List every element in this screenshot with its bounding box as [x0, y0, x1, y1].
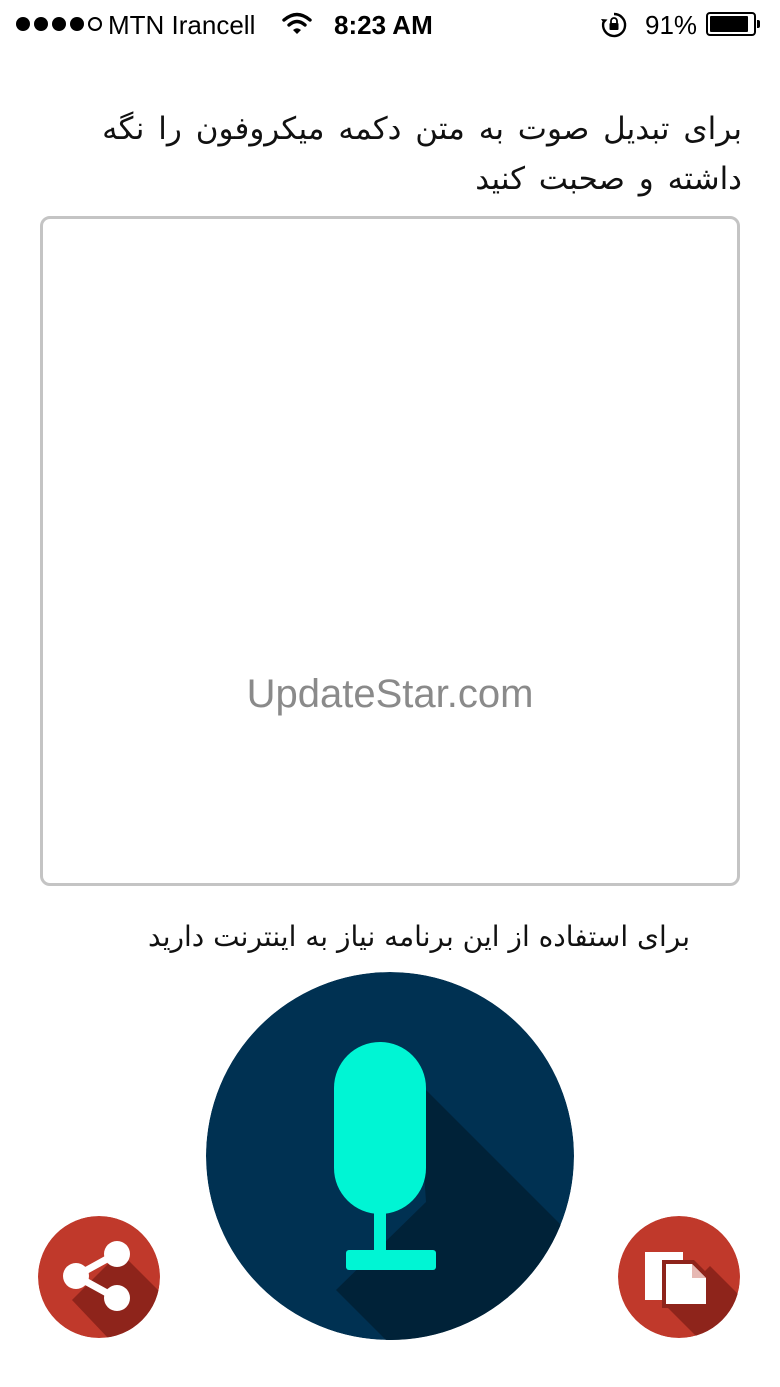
watermark: UpdateStar.com [246, 672, 534, 716]
instruction-text: برای تبدیل صوت به متن دکمه میکروفون را ن… [102, 111, 742, 197]
wifi-icon [282, 12, 312, 36]
share-icon [38, 1216, 160, 1338]
rotation-lock-icon [600, 11, 628, 39]
microphone-button[interactable] [206, 972, 574, 1340]
status-bar: MTN Irancell 8:23 AM 91% [0, 0, 780, 50]
copy-icon [618, 1216, 740, 1338]
microphone-icon [206, 972, 574, 1340]
copy-button[interactable] [618, 1216, 740, 1338]
clock: 8:23 AM [334, 10, 433, 40]
signal-strength-icon [16, 17, 102, 31]
battery-icon [706, 12, 760, 36]
carrier-name: MTN Irancell [108, 10, 256, 40]
transcript-text-area[interactable] [40, 216, 740, 886]
internet-required-note: برای استفاده از این برنامه نیاز به اینتر… [148, 920, 690, 953]
battery-percent: 91% [645, 10, 698, 40]
share-button[interactable] [38, 1216, 160, 1338]
